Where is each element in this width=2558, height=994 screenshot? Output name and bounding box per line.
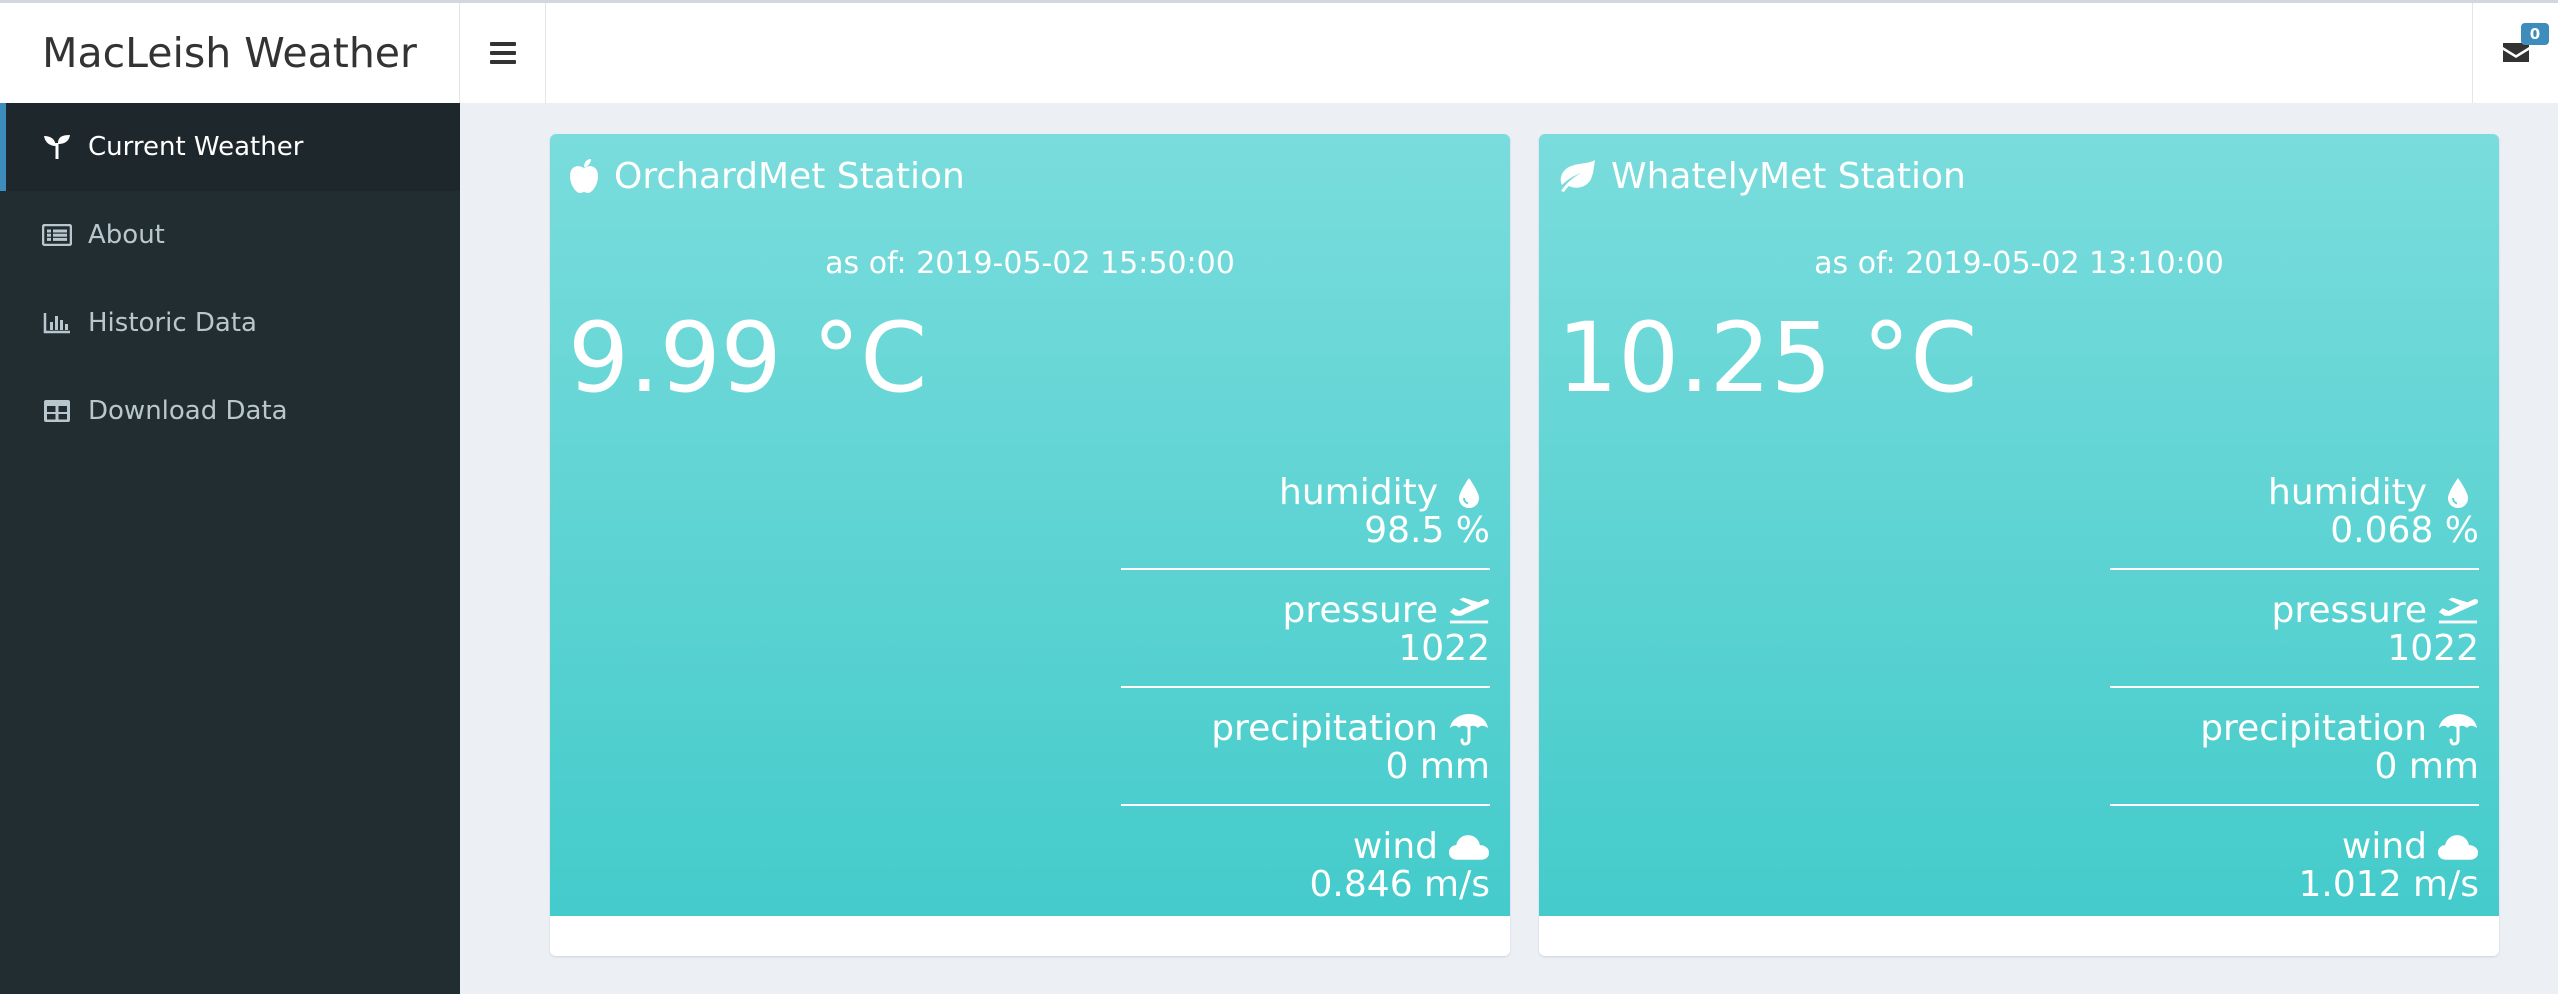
umbrella-icon [1448,712,1490,746]
metric-wind: wind 0.846 m/s [1121,806,1490,924]
umbrella-icon [2437,712,2479,746]
metric-humidity: humidity 0.068 % [2110,452,2479,570]
metric-pressure: pressure 1022 [2110,570,2479,688]
metric-value: 1022 [1398,628,1490,669]
station-title: OrchardMet Station [568,152,965,200]
metric-wind: wind 1.012 m/s [2110,806,2479,924]
station-card-whatelymet: WhatelyMet Station as of: 2019-05-02 13:… [1539,134,2499,956]
sidebar-item-current-weather[interactable]: Current Weather [0,103,460,191]
tint-icon [2437,477,2479,509]
station-title: WhatelyMet Station [1557,152,1966,200]
sidebar-item-historic-data[interactable]: Historic Data [0,279,460,367]
plane-icon [2437,596,2479,626]
messages-menu[interactable]: 0 [2472,3,2558,103]
metric-label: pressure [1282,590,1439,631]
metric-value: 0.068 % [2330,510,2479,551]
metric-label: pressure [2271,590,2428,631]
sidebar-item-download-data[interactable]: Download Data [0,367,460,455]
metrics-list: humidity 0.068 % pressure 1022 precipita… [2110,452,2479,924]
app-brand[interactable]: MacLeish Weather [0,3,460,103]
as-of-timestamp: as of: 2019-05-02 15:50:00 [825,246,1235,281]
metric-label: wind [1352,826,1438,867]
station-card-orchardmet: OrchardMet Station as of: 2019-05-02 15:… [550,134,1510,956]
station-panel: WhatelyMet Station as of: 2019-05-02 13:… [1539,134,2499,916]
station-name: WhatelyMet Station [1611,155,1966,197]
metric-value: 0.846 m/s [1309,864,1490,905]
sidebar-toggle-button[interactable] [460,3,546,103]
top-header: MacLeish Weather 0 [0,0,2558,103]
list-icon [42,222,72,248]
metric-label: precipitation [2200,708,2427,749]
temperature-value: 9.99 °C [568,302,928,414]
metrics-list: humidity 98.5 % pressure 1022 precipitat… [1121,452,1490,924]
metric-value: 0 mm [1385,746,1490,787]
sidebar-item-label: Download Data [88,396,288,426]
metric-precipitation: precipitation 0 mm [2110,688,2479,806]
cloud-icon [2437,832,2479,862]
metric-value: 0 mm [2374,746,2479,787]
sidebar-item-label: Current Weather [88,132,304,162]
metric-precipitation: precipitation 0 mm [1121,688,1490,806]
cloud-icon [1448,832,1490,862]
bar-chart-icon [42,310,72,336]
apple-icon [568,158,600,194]
metric-label: precipitation [1211,708,1438,749]
sidebar: Current Weather About Historic Data Down… [0,103,460,994]
station-panel: OrchardMet Station as of: 2019-05-02 15:… [550,134,1510,916]
seedling-icon [42,134,72,160]
sidebar-item-about[interactable]: About [0,191,460,279]
station-name: OrchardMet Station [614,155,965,197]
temperature-value: 10.25 °C [1557,302,1978,414]
hamburger-icon [489,37,516,69]
metric-pressure: pressure 1022 [1121,570,1490,688]
plane-icon [1448,596,1490,626]
metric-label: wind [2341,826,2427,867]
as-of-timestamp: as of: 2019-05-02 13:10:00 [1814,246,2224,281]
table-icon [42,398,72,424]
metric-value: 98.5 % [1364,510,1490,551]
sidebar-item-label: Historic Data [88,308,257,338]
metric-label: humidity [1279,472,1438,513]
tint-icon [1448,477,1490,509]
messages-count-badge: 0 [2521,23,2549,45]
metric-label: humidity [2268,472,2427,513]
metric-value: 1022 [2387,628,2479,669]
leaf-icon [1557,159,1597,193]
metric-value: 1.012 m/s [2298,864,2479,905]
metric-humidity: humidity 98.5 % [1121,452,1490,570]
sidebar-item-label: About [88,220,165,250]
